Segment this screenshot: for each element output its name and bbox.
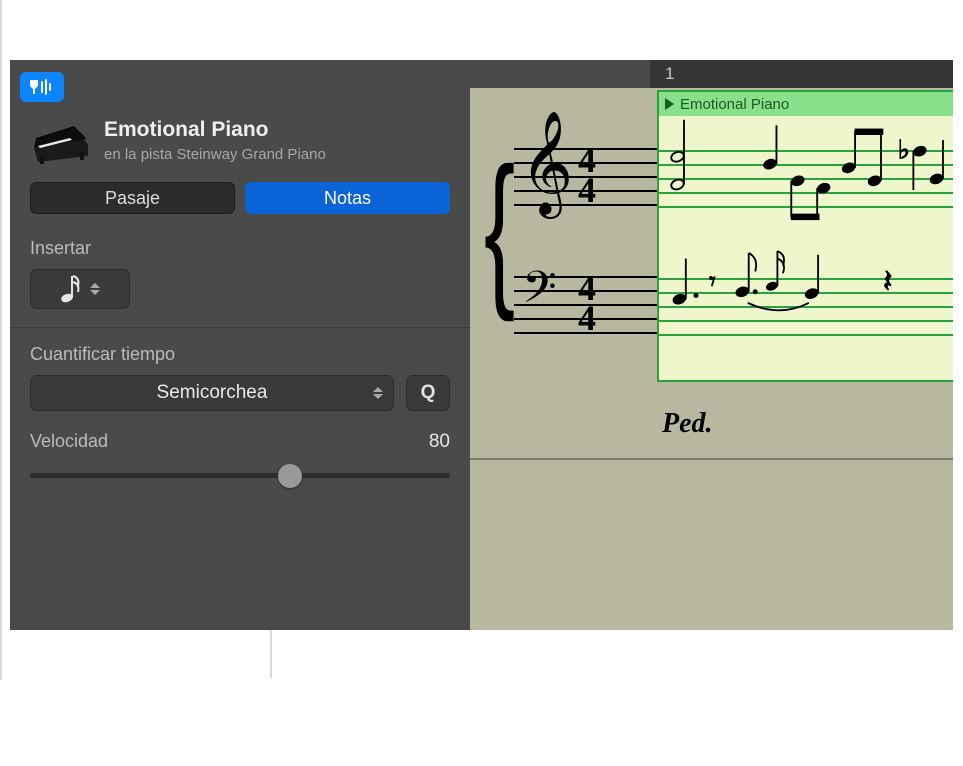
inspector-panel: Emotional Piano en la pista Steinway Gra… (10, 60, 470, 630)
midi-region[interactable]: Emotional Piano (657, 90, 953, 382)
sixteenth-note-icon (60, 274, 82, 304)
catch-filter-button[interactable] (20, 72, 64, 102)
velocity-slider[interactable] (30, 461, 450, 491)
tab-region[interactable]: Pasaje (30, 182, 235, 214)
app-window: Emotional Piano en la pista Steinway Gra… (10, 60, 953, 630)
quantize-label: Cuantificar tiempo (10, 328, 470, 375)
insert-row (10, 269, 470, 327)
svg-text:𝄽: 𝄽 (883, 264, 893, 299)
track-header: Emotional Piano en la pista Steinway Gra… (10, 60, 470, 176)
slider-thumb[interactable] (278, 464, 302, 488)
insert-note-value-select[interactable] (30, 269, 130, 309)
bass-clef-icon: 𝄢 (522, 266, 557, 320)
time-ruler[interactable]: 1 (470, 60, 953, 88)
stepper-icon (90, 283, 100, 295)
velocity-value: 80 (429, 431, 450, 453)
svg-text:♭: ♭ (898, 136, 910, 165)
notes-overlay: ♭ 𝄾 (659, 92, 953, 362)
velocity-label: Velocidad (30, 431, 108, 453)
time-signature-treble: 4 4 (578, 146, 596, 205)
quantize-apply-button[interactable]: Q (406, 375, 450, 411)
tab-notes[interactable]: Notas (245, 182, 450, 214)
stepper-icon (373, 387, 383, 399)
bar-number-1: 1 (665, 64, 674, 84)
slider-track (30, 473, 450, 478)
velocity-row: Velocidad 80 (10, 421, 470, 459)
insert-label: Insertar (10, 228, 470, 269)
filter-icon (29, 78, 55, 96)
callout-line-left (0, 0, 2, 680)
score-body[interactable]: { 𝄞 𝄢 4 4 4 4 Emotional P (470, 88, 953, 630)
quantize-row: Semicorchea Q (10, 375, 470, 421)
time-signature-bass: 4 4 (578, 274, 596, 333)
treble-clef-icon: 𝄞 (520, 118, 573, 208)
ruler-mask (470, 60, 650, 88)
svg-text:𝄾: 𝄾 (709, 267, 716, 296)
system-divider (470, 458, 953, 460)
inspector-tabs: Pasaje Notas (10, 176, 470, 228)
track-name-label: en la pista Steinway Grand Piano (104, 146, 450, 163)
velocity-slider-wrap (10, 459, 470, 491)
quantize-value-select[interactable]: Semicorchea (30, 375, 394, 411)
quantize-value-text: Semicorchea (157, 382, 268, 404)
score-editor[interactable]: 1 { 𝄞 𝄢 4 4 4 4 (470, 60, 953, 630)
time-den: 4 (578, 176, 596, 206)
pedal-marking: Ped. (662, 408, 713, 440)
grand-staff-brace: { (484, 143, 515, 313)
region-name-label: Emotional Piano (104, 118, 450, 142)
time-den: 4 (578, 304, 596, 334)
piano-thumbnail (30, 118, 90, 164)
track-info: Emotional Piano en la pista Steinway Gra… (104, 118, 450, 163)
